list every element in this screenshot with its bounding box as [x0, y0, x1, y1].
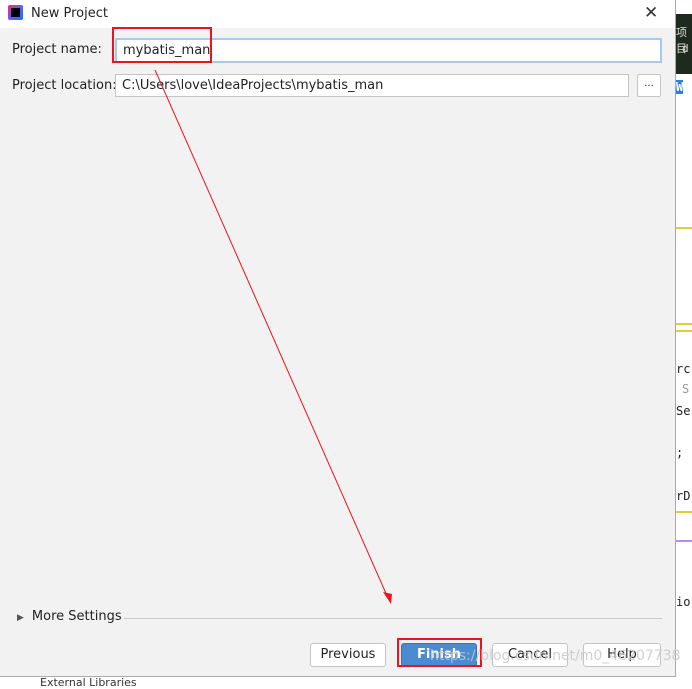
ide-marker — [676, 511, 692, 513]
project-name-input[interactable]: mybatis_man — [115, 38, 662, 63]
ide-text: S — [682, 382, 690, 396]
help-button[interactable]: Help — [583, 643, 661, 667]
more-settings-toggle[interactable]: ▶ More Settings — [17, 609, 122, 624]
project-location-label: Project location: — [12, 78, 117, 93]
close-icon[interactable]: ✕ — [644, 3, 658, 23]
new-project-dialog: New Project ✕ Project name: mybatis_man … — [0, 0, 676, 677]
ide-text: W — [676, 80, 684, 94]
project-location-input[interactable]: C:\Users\love\IdeaProjects\mybatis_man — [115, 74, 629, 97]
project-name-label: Project name: — [12, 42, 102, 57]
ide-dark-panel: 项目 d — [676, 14, 692, 74]
title-bar: New Project ✕ — [0, 0, 675, 28]
previous-button[interactable]: Previous — [310, 643, 386, 667]
finish-button[interactable]: Finish — [401, 643, 477, 667]
more-settings-label: More Settings — [31, 609, 122, 624]
ide-text: rD — [676, 489, 691, 503]
dialog-title: New Project — [31, 6, 108, 21]
ide-text: rc — [676, 362, 691, 376]
ide-marker — [676, 227, 692, 229]
background-external-libraries: External Libraries — [40, 676, 137, 689]
divider — [124, 618, 662, 619]
ide-text: Se — [676, 404, 691, 418]
ide-marker — [676, 323, 692, 325]
browse-button[interactable]: ... — [637, 74, 661, 97]
intellij-logo-icon — [8, 5, 23, 20]
ide-text: io — [676, 595, 691, 609]
ide-text: ; — [676, 446, 684, 460]
ide-marker — [676, 330, 692, 332]
expand-triangle-icon: ▶ — [17, 613, 24, 623]
ide-marker — [676, 540, 692, 542]
cancel-button[interactable]: Cancel — [492, 643, 568, 667]
background-ide: 项目 d W rc S Se ; rD io — [676, 0, 692, 682]
ide-text: d — [682, 42, 689, 55]
